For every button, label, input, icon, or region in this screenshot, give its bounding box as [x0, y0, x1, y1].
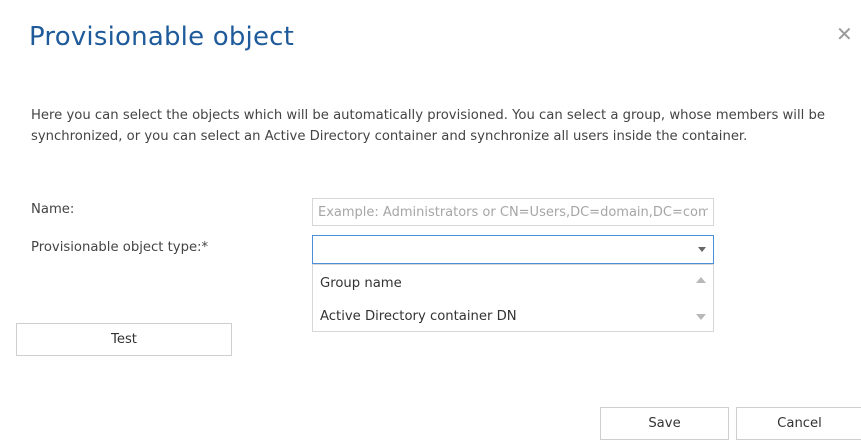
close-icon[interactable]: ✕ — [836, 24, 853, 44]
object-type-label: Provisionable object type:* — [31, 240, 209, 255]
option-ad-container-dn[interactable]: Active Directory container DN — [320, 309, 517, 324]
provisionable-object-dialog: Provisionable object ✕ Here you can sele… — [0, 0, 861, 444]
dialog-title: Provisionable object — [29, 22, 295, 52]
object-type-select[interactable] — [312, 235, 714, 264]
cancel-button[interactable]: Cancel — [736, 407, 861, 440]
chevron-down-icon[interactable] — [698, 247, 706, 252]
scroll-up-icon[interactable] — [696, 277, 706, 283]
option-group-name[interactable]: Group name — [320, 276, 402, 291]
save-button[interactable]: Save — [600, 407, 729, 440]
object-type-dropdown: Group name Active Directory container DN — [312, 264, 714, 332]
test-button[interactable]: Test — [16, 323, 232, 356]
name-input[interactable] — [312, 198, 714, 226]
scroll-down-icon[interactable] — [696, 314, 706, 320]
name-label: Name: — [31, 202, 75, 217]
dialog-description: Here you can select the objects which wi… — [31, 108, 825, 144]
